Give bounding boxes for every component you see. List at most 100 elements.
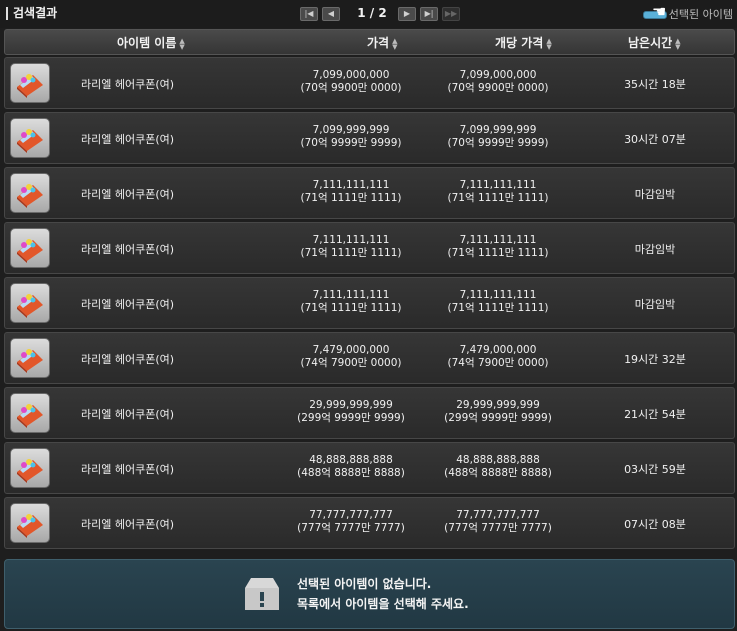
item-name: 라리엘 헤어쿠폰(여) <box>81 133 175 146</box>
price: 7,099,000,000 (70억 9900만 0000) <box>281 69 421 95</box>
unit-price-korean: (71억 1111만 1111) <box>447 247 549 259</box>
price-korean: (71억 1111만 1111) <box>300 192 402 204</box>
price: 7,111,111,111 (71억 1111만 1111) <box>281 179 421 205</box>
item-name: 라리엘 헤어쿠폰(여) <box>81 408 175 421</box>
price-number: 7,111,111,111 <box>312 289 390 301</box>
table-row[interactable]: 라리엘 헤어쿠폰(여) 48,888,888,888 (488억 8888만 88… <box>4 442 735 494</box>
item-name: 라리엘 헤어쿠폰(여) <box>81 243 175 256</box>
table-row[interactable]: 라리엘 헤어쿠폰(여) 7,111,111,111 (71억 1111만 1111… <box>4 222 735 274</box>
remaining-time: 07시간 08분 <box>624 518 686 531</box>
item-name: 라리엘 헤어쿠폰(여) <box>81 463 175 476</box>
table-row[interactable]: 라리엘 헤어쿠폰(여) 7,111,111,111 (71억 1111만 1111… <box>4 167 735 219</box>
unit-price: 48,888,888,888 (488억 8888만 8888) <box>428 454 568 480</box>
unit-price-korean: (74억 7900만 0000) <box>447 357 549 369</box>
item-name: 라리엘 헤어쿠폰(여) <box>81 353 175 366</box>
column-price[interactable]: 가격 ▲ ▼ <box>367 34 397 51</box>
remaining-time: 30시간 07분 <box>624 133 686 146</box>
price-number: 7,111,111,111 <box>312 179 390 191</box>
price-korean: (488억 8888만 8888) <box>297 467 405 479</box>
unit-price-number: 29,999,999,999 <box>456 399 540 411</box>
item-name: 라리엘 헤어쿠폰(여) <box>81 518 175 531</box>
message-line-2: 목록에서 아이템을 선택해 주세요. <box>297 597 469 611</box>
column-item-name[interactable]: 아이템 이름 ▲ ▼ <box>117 34 185 51</box>
table-row[interactable]: 라리엘 헤어쿠폰(여) 77,777,777,777 (777억 7777만 77… <box>4 497 735 549</box>
remaining-time: 19시간 32분 <box>624 353 686 366</box>
first-page-button[interactable]: |◀ <box>300 7 318 21</box>
message-line-1: 선택된 아이템이 없습니다. <box>297 577 432 591</box>
price-number: 7,479,000,000 <box>312 344 390 356</box>
table-row[interactable]: 라리엘 헤어쿠폰(여) 7,111,111,111 (71억 1111만 1111… <box>4 277 735 329</box>
table-row[interactable]: 라리엘 헤어쿠폰(여) 7,479,000,000 (74억 7900만 0000… <box>4 332 735 384</box>
price: 29,999,999,999 (299억 9999만 9999) <box>281 399 421 425</box>
hair-coupon-icon <box>10 173 50 213</box>
price: 48,888,888,888 (488억 8888만 8888) <box>281 454 421 480</box>
selected-items-label[interactable]: 선택된 아이템 <box>669 6 733 22</box>
price-number: 29,999,999,999 <box>309 399 393 411</box>
price-korean: (70억 9999만 9999) <box>300 137 402 149</box>
item-name: 라리엘 헤어쿠폰(여) <box>81 78 175 91</box>
price-number: 77,777,777,777 <box>309 509 393 521</box>
column-unit-price[interactable]: 개당 가격 ▲ ▼ <box>495 34 552 51</box>
sort-icon: ▲ ▼ <box>179 36 185 51</box>
hair-coupon-icon <box>10 503 50 543</box>
unit-price-number: 7,479,000,000 <box>459 344 537 356</box>
column-label: 아이템 이름 <box>117 36 177 50</box>
price-number: 48,888,888,888 <box>309 454 393 466</box>
page-title: 검색결과 <box>6 7 57 20</box>
price: 7,111,111,111 (71억 1111만 1111) <box>281 234 421 260</box>
unit-price: 29,999,999,999 (299억 9999만 9999) <box>428 399 568 425</box>
column-label: 남은시간 <box>628 36 673 50</box>
price-korean: (74억 7900만 0000) <box>300 357 402 369</box>
price-korean: (299억 9999만 9999) <box>297 412 405 424</box>
price: 7,111,111,111 (71억 1111만 1111) <box>281 289 421 315</box>
unit-price: 7,111,111,111 (71억 1111만 1111) <box>428 289 568 315</box>
table-row[interactable]: 라리엘 헤어쿠폰(여) 7,099,999,999 (70억 9999만 9999… <box>4 112 735 164</box>
price-number: 7,099,000,000 <box>312 69 390 81</box>
hair-coupon-icon <box>10 393 50 433</box>
table-row[interactable]: 라리엘 헤어쿠폰(여) 7,099,000,000 (70억 9900만 0000… <box>4 57 735 109</box>
unit-price-korean: (488억 8888만 8888) <box>444 467 552 479</box>
price-number: 7,099,999,999 <box>312 124 390 136</box>
box-warning-icon <box>245 578 279 610</box>
hair-coupon-icon <box>10 63 50 103</box>
unit-price-number: 7,111,111,111 <box>459 289 537 301</box>
unit-price-number: 77,777,777,777 <box>456 509 540 521</box>
unit-price-korean: (71억 1111만 1111) <box>447 192 549 204</box>
price-korean: (70억 9900만 0000) <box>300 82 402 94</box>
price: 7,479,000,000 (74억 7900만 0000) <box>281 344 421 370</box>
unit-price-korean: (299억 9999만 9999) <box>444 412 552 424</box>
prev-page-button[interactable]: ◀ <box>322 7 340 21</box>
column-remaining-time[interactable]: 남은시간 ▲ ▼ <box>628 34 681 51</box>
price-korean: (71억 1111만 1111) <box>300 302 402 314</box>
disabled-page-button[interactable]: ▶▶ <box>442 7 460 21</box>
price-korean: (71억 1111만 1111) <box>300 247 402 259</box>
hair-coupon-icon <box>10 228 50 268</box>
unit-price-korean: (70억 9900만 0000) <box>447 82 549 94</box>
unit-price-number: 7,111,111,111 <box>459 179 537 191</box>
unit-price: 7,111,111,111 (71억 1111만 1111) <box>428 179 568 205</box>
sort-icon: ▲ ▼ <box>392 36 398 51</box>
unit-price-korean: (777억 7777만 7777) <box>444 522 552 534</box>
page-indicator: 1 / 2 <box>357 6 387 20</box>
price: 77,777,777,777 (777억 7777만 7777) <box>281 509 421 535</box>
next-page-button[interactable]: ▶ <box>398 7 416 21</box>
unit-price-korean: (71억 1111만 1111) <box>447 302 549 314</box>
hair-coupon-icon <box>10 448 50 488</box>
unit-price-number: 7,099,000,000 <box>459 69 537 81</box>
unit-price: 77,777,777,777 (777억 7777만 7777) <box>428 509 568 535</box>
remaining-time: 03시간 59분 <box>624 463 686 476</box>
unit-price: 7,479,000,000 (74억 7900만 0000) <box>428 344 568 370</box>
unit-price: 7,099,000,000 (70억 9900만 0000) <box>428 69 568 95</box>
unit-price: 7,099,999,999 (70억 9999만 9999) <box>428 124 568 150</box>
last-page-button[interactable]: ▶| <box>420 7 438 21</box>
empty-selection-message: 선택된 아이템이 없습니다. 목록에서 아이템을 선택해 주세요. <box>297 574 469 614</box>
unit-price-number: 7,111,111,111 <box>459 234 537 246</box>
hair-coupon-icon <box>10 118 50 158</box>
sort-icon: ▲ ▼ <box>675 36 681 51</box>
item-name: 라리엘 헤어쿠폰(여) <box>81 298 175 311</box>
remaining-time: 21시간 54분 <box>624 408 686 421</box>
price-korean: (777억 7777만 7777) <box>297 522 405 534</box>
remaining-time: 35시간 18분 <box>624 78 686 91</box>
hand-cursor-icon: ☚ <box>652 2 667 21</box>
table-row[interactable]: 라리엘 헤어쿠폰(여) 29,999,999,999 (299억 9999만 99… <box>4 387 735 439</box>
